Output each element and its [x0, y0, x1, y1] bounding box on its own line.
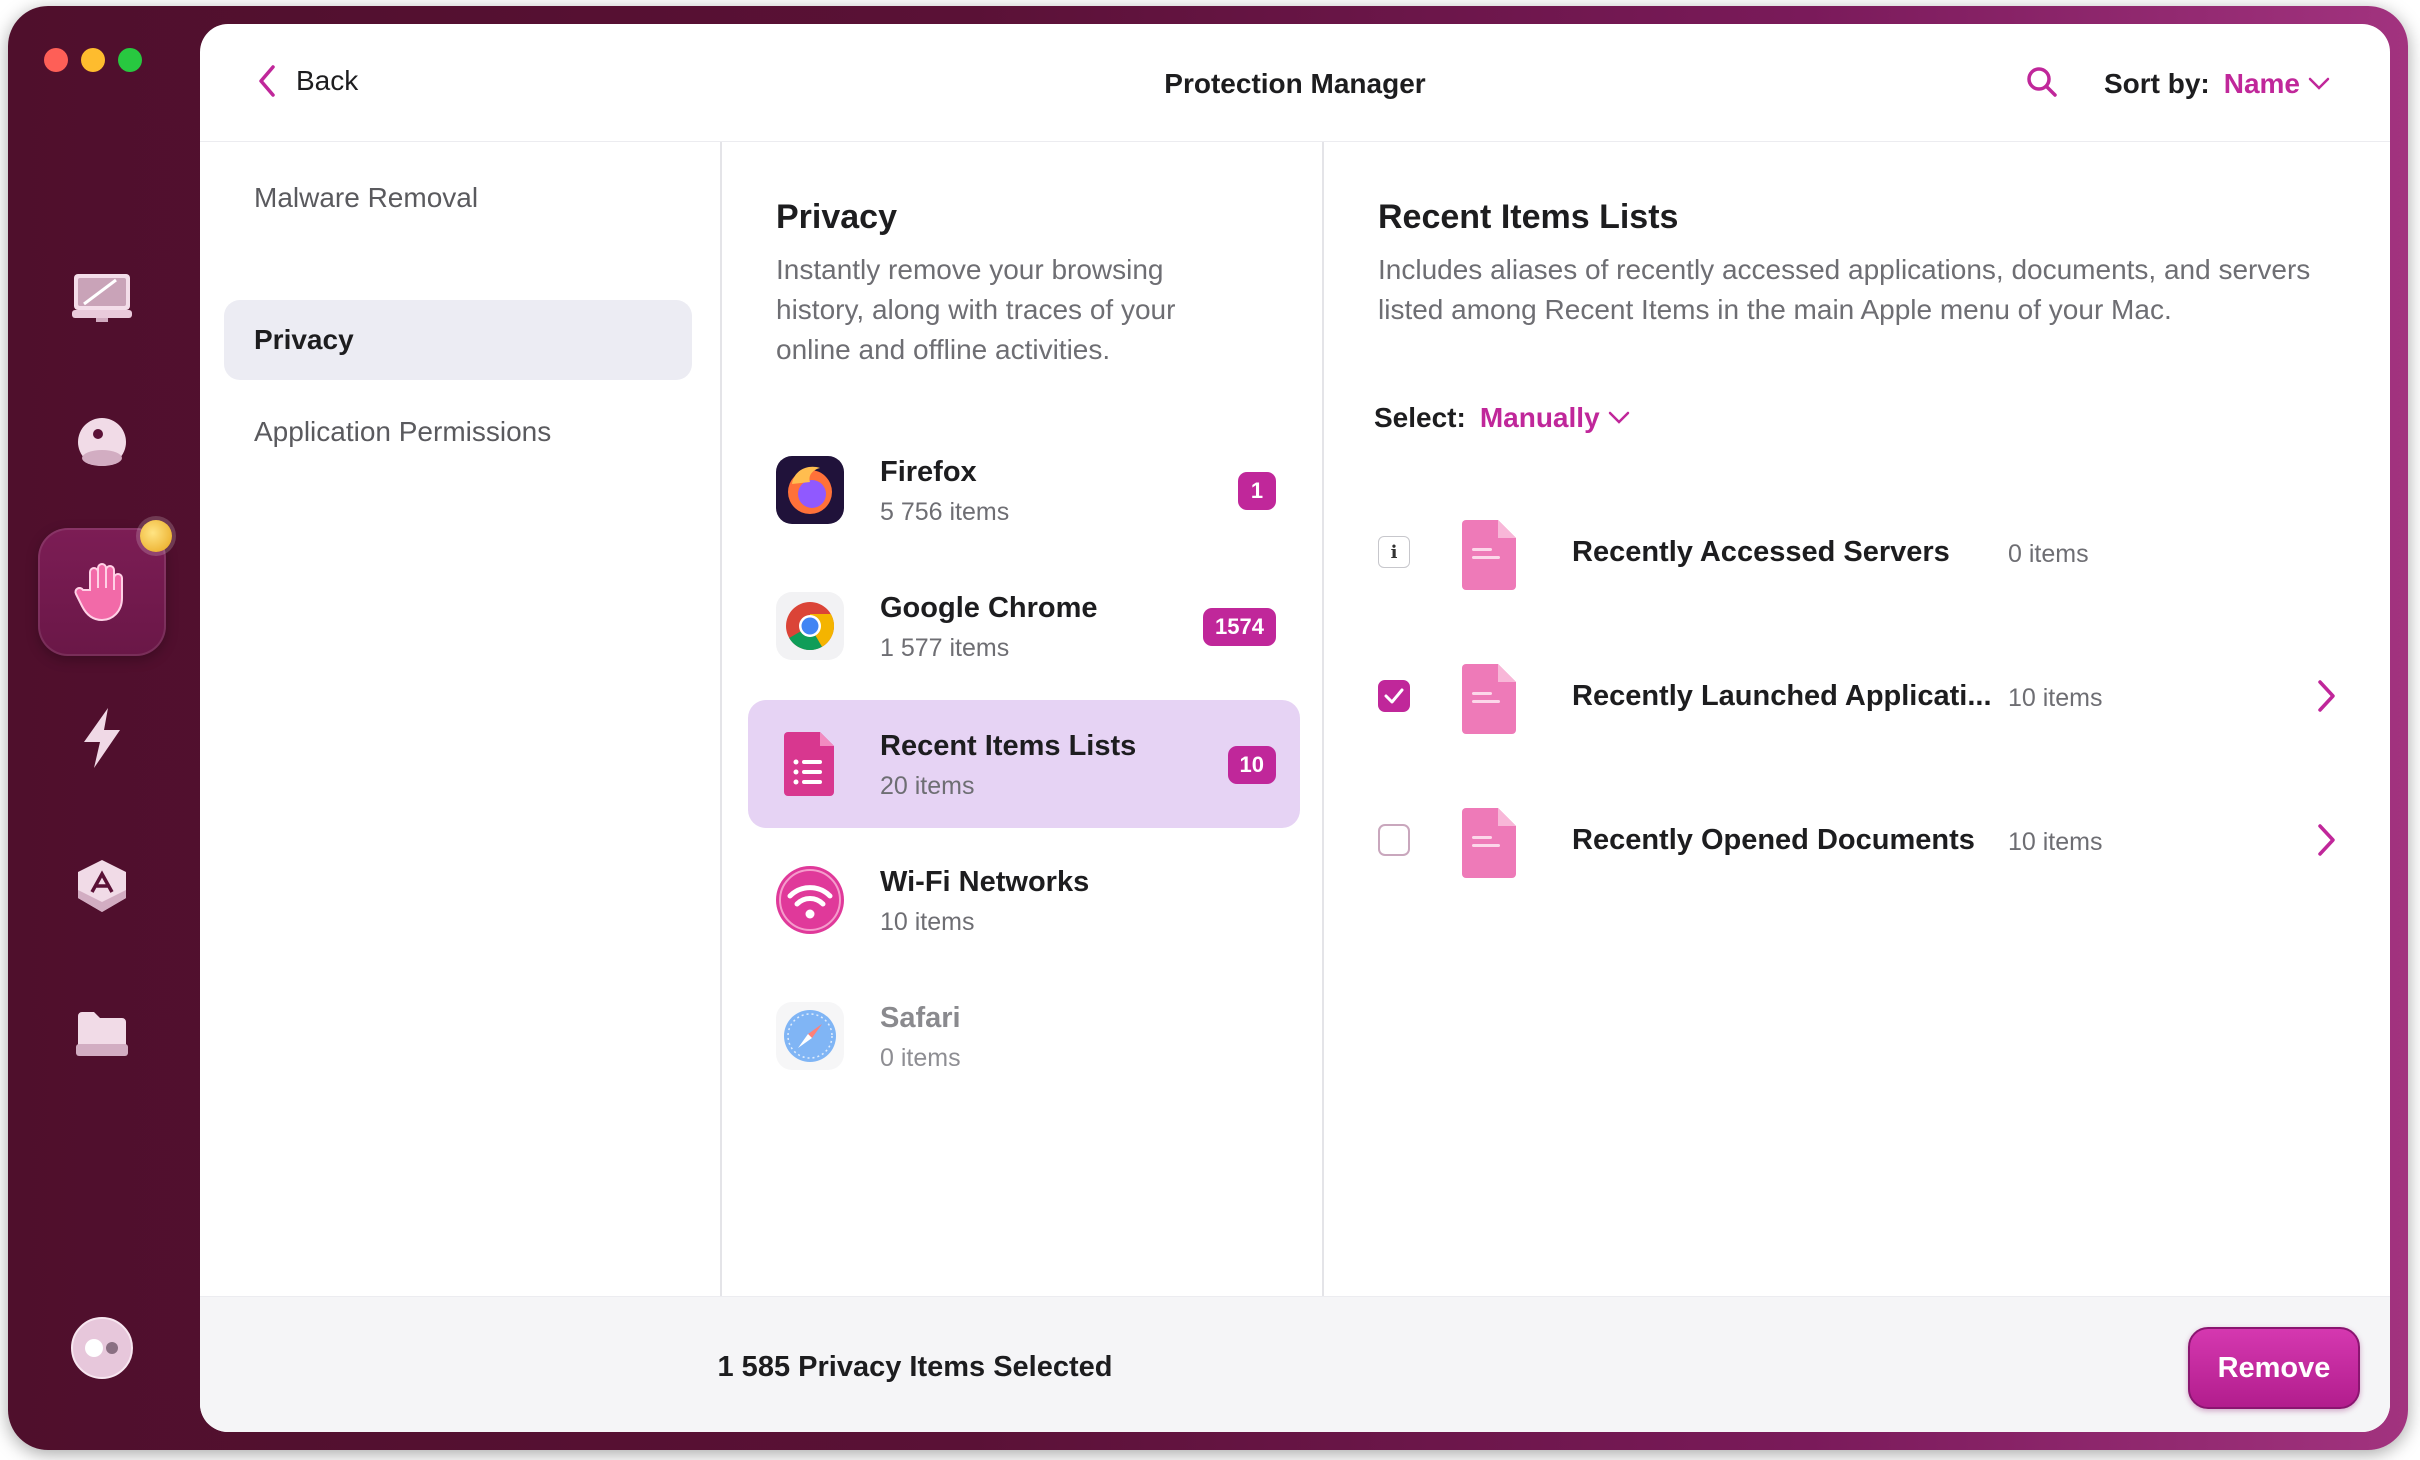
hand-shield-icon	[74, 563, 123, 622]
app-count: 5 756 items	[880, 498, 1010, 526]
document-icon	[1462, 664, 1516, 734]
privacy-list-column: Privacy Instantly remove your browsing h…	[724, 142, 1324, 1314]
row-checkbox[interactable]	[1378, 680, 1410, 712]
rail-smart-care[interactable]	[38, 234, 166, 362]
app-item-recent-items-lists[interactable]: Recent Items Lists 20 items 10	[748, 700, 1300, 828]
selection-summary: 1 585 Privacy Items Selected	[717, 1351, 1113, 1383]
app-count: 10 items	[880, 908, 975, 936]
section-description: Instantly remove your browsing history, …	[776, 254, 1176, 365]
selected-count-badge: 10	[1227, 746, 1276, 784]
monitor-icon	[72, 274, 132, 322]
selected-count-badge: 1	[1238, 472, 1276, 510]
app-count: 1 577 items	[880, 634, 1010, 662]
sidebar-item-privacy[interactable]: Privacy	[224, 300, 692, 380]
document-icon	[1462, 808, 1516, 878]
app-item-safari[interactable]: Safari 0 items	[748, 972, 1300, 1100]
section-title: Privacy	[776, 198, 897, 236]
category-sidebar: Malware Removal Privacy Application Perm…	[200, 142, 722, 1314]
rail-applications[interactable]	[38, 822, 166, 950]
wifi-icon	[776, 866, 844, 934]
select-label: Select:	[1374, 402, 1466, 433]
sidebar-item-malware-removal[interactable]: Malware Removal	[224, 158, 692, 238]
app-count: 0 items	[880, 1044, 961, 1072]
app-name: Recent Items Lists	[880, 730, 1137, 762]
cleanup-ball-icon	[78, 418, 126, 466]
row-count: 10 items	[2008, 828, 2103, 856]
header-bar: Back Protection Manager Sort by: Name	[200, 24, 2390, 142]
firefox-icon	[776, 456, 844, 524]
search-icon	[2027, 67, 2057, 97]
detail-title: Recent Items Lists	[1378, 198, 1679, 236]
row-name: Recently Opened Documents	[1572, 824, 1975, 856]
sidebar-item-label: Application Permissions	[254, 416, 552, 447]
row-count: 0 items	[2008, 540, 2089, 568]
safari-icon	[776, 1002, 844, 1070]
sort-value: Name	[2223, 68, 2300, 99]
chevron-right-icon[interactable]	[2314, 678, 2338, 714]
app-item-firefox[interactable]: Firefox 5 756 items 1	[748, 426, 1300, 554]
applications-icon	[78, 860, 126, 912]
chrome-icon	[776, 592, 844, 660]
search-button[interactable]	[2022, 62, 2062, 102]
app-item-wifi-networks[interactable]: Wi-Fi Networks 10 items	[748, 836, 1300, 964]
selected-count-badge: 1574	[1203, 608, 1276, 646]
app-name: Wi-Fi Networks	[880, 866, 1090, 898]
sort-label: Sort by:	[2103, 68, 2210, 99]
app-window: Back Protection Manager Sort by: Name Ma…	[8, 6, 2408, 1450]
main-panel: Back Protection Manager Sort by: Name Ma…	[200, 24, 2390, 1432]
app-count: 20 items	[880, 772, 975, 800]
row-name: Recently Accessed Servers	[1572, 536, 1950, 568]
document-icon	[1462, 520, 1516, 590]
row-count: 10 items	[2008, 684, 2103, 712]
checkmark-icon	[1384, 688, 1404, 704]
chevron-right-icon[interactable]	[2314, 822, 2338, 858]
sort-dropdown[interactable]: Name	[2224, 68, 2330, 100]
list-item-recently-accessed-servers[interactable]: i Recently Accessed Servers 0 items	[1378, 502, 2338, 602]
sidebar-item-application-permissions[interactable]: Application Permissions	[224, 392, 692, 472]
list-item-recently-launched-applications[interactable]: Recently Launched Applicati... 10 items	[1378, 646, 2338, 746]
app-item-google-chrome[interactable]: Google Chrome 1 577 items 1574	[748, 562, 1300, 690]
sort-control: Sort by: Name	[2104, 68, 2330, 100]
module-rail	[8, 6, 200, 1450]
notification-dot	[140, 520, 172, 552]
rail-cleanup[interactable]	[38, 378, 166, 506]
folder-icon	[76, 1012, 128, 1056]
rail-protection[interactable]	[38, 520, 172, 656]
assistant-icon	[71, 1317, 133, 1379]
chevron-down-icon	[1608, 411, 1629, 424]
chevron-down-icon	[2308, 77, 2330, 90]
info-icon[interactable]: i	[1378, 536, 1410, 568]
detail-description: Includes aliases of recently accessed ap…	[1378, 254, 2311, 325]
footer-bar: 1 585 Privacy Items Selected Remove	[200, 1296, 2390, 1432]
sidebar-item-label: Privacy	[254, 324, 354, 355]
row-name: Recently Launched Applicati...	[1572, 680, 1992, 712]
recent-items-icon	[784, 732, 834, 796]
detail-column: Recent Items Lists Includes aliases of r…	[1326, 142, 2390, 1314]
row-checkbox[interactable]	[1378, 824, 1410, 856]
select-control: Select: Manually	[1374, 402, 1630, 434]
list-item-recently-opened-documents[interactable]: Recently Opened Documents 10 items	[1378, 790, 2338, 890]
sidebar-item-label: Malware Removal	[254, 182, 479, 213]
select-mode-dropdown[interactable]: Manually	[1480, 402, 1630, 434]
app-name: Firefox	[880, 456, 977, 488]
remove-button[interactable]: Remove	[2188, 1327, 2360, 1409]
rail-assistant[interactable]	[38, 1284, 166, 1412]
rail-files[interactable]	[38, 970, 166, 1098]
app-name: Google Chrome	[880, 592, 1098, 624]
select-value: Manually	[1479, 402, 1600, 433]
lightning-icon	[84, 708, 120, 768]
app-name: Safari	[880, 1002, 961, 1034]
rail-performance[interactable]	[38, 674, 166, 802]
